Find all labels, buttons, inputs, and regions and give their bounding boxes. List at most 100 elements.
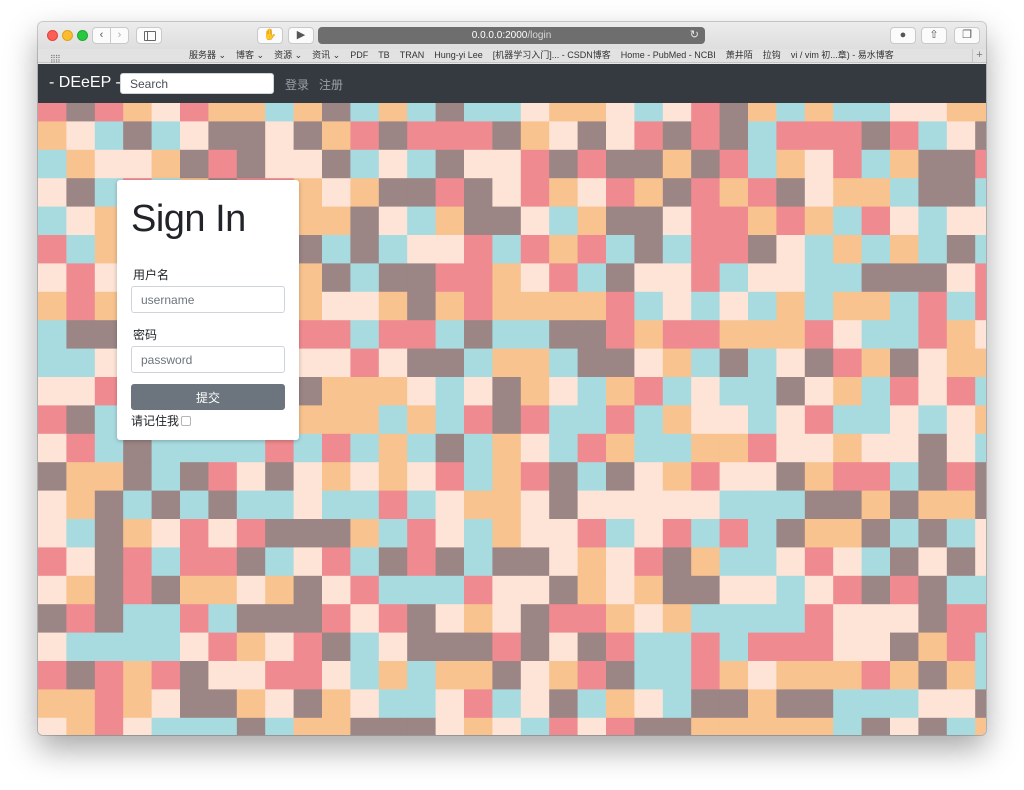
mosaic-tile <box>435 348 465 378</box>
mosaic-tile <box>776 348 806 378</box>
mosaic-tile <box>322 689 351 719</box>
mosaic-tile <box>94 462 124 491</box>
mosaic-tile <box>804 689 834 719</box>
bookmark-vim[interactable]: vi / vim 初...章) - 易水博客 <box>791 49 894 62</box>
mosaic-tile <box>776 433 806 463</box>
mosaic-tile <box>861 178 891 207</box>
mosaic-tile <box>549 121 578 151</box>
extension-button[interactable]: ✋ <box>257 27 283 44</box>
mosaic-tile <box>549 661 578 690</box>
back-button[interactable]: ‹ <box>92 27 111 44</box>
mosaic-tile <box>208 689 238 719</box>
mosaic-tile <box>151 717 181 735</box>
mosaic-tile <box>520 575 550 605</box>
mosaic-tile <box>946 121 976 151</box>
mosaic-tile <box>691 604 720 633</box>
mosaic-tile <box>378 519 408 548</box>
bookmark-tb[interactable]: TB <box>378 49 390 62</box>
share-button[interactable]: ⇧ <box>921 27 947 44</box>
bookmark-hung-yi-lee[interactable]: Hung-yi Lee <box>434 49 483 62</box>
mosaic-tile <box>975 519 986 548</box>
bookmark-pdf[interactable]: PDF <box>350 49 368 62</box>
login-link[interactable]: 登录 <box>285 76 309 93</box>
mosaic-tile <box>662 405 692 435</box>
extension-play-button[interactable]: ▶ <box>288 27 314 44</box>
mosaic-tile <box>577 661 607 690</box>
register-link[interactable]: 注册 <box>319 76 343 93</box>
mosaic-tile <box>890 320 919 349</box>
mosaic-tile <box>520 547 550 577</box>
mosaic-tile <box>265 462 294 491</box>
mosaic-tile <box>691 121 720 151</box>
mosaic-tile <box>322 433 351 463</box>
downloads-button[interactable]: ● <box>890 27 916 44</box>
mosaic-tile <box>492 490 522 520</box>
maximize-window-button[interactable] <box>77 30 88 41</box>
close-window-button[interactable] <box>47 30 58 41</box>
bookmark-tran[interactable]: TRAN <box>400 49 425 62</box>
bookmark-servers[interactable]: 服务器 ⌄ <box>189 49 226 62</box>
mosaic-tile <box>833 103 862 122</box>
mosaic-tile <box>492 632 522 662</box>
mosaic-tile <box>606 547 635 577</box>
page-title: Sign In <box>131 198 246 240</box>
mosaic-tile <box>861 206 891 236</box>
bookmark-blogs[interactable]: 博客 ⌄ <box>236 49 264 62</box>
mosaic-tile <box>861 519 891 548</box>
mosaic-tile <box>748 103 777 122</box>
mosaic-tile <box>833 604 862 633</box>
forward-button[interactable]: › <box>110 27 129 44</box>
mosaic-tile <box>322 149 351 179</box>
submit-button[interactable]: 提交 <box>131 384 285 410</box>
mosaic-tile <box>464 291 493 321</box>
mosaic-tile <box>38 717 67 735</box>
minimize-window-button[interactable] <box>62 30 73 41</box>
mosaic-tile <box>464 689 493 719</box>
site-brand[interactable]: - DEeEP - <box>49 74 121 92</box>
bookmark-lagou[interactable]: 拉钩 <box>763 49 781 62</box>
mosaic-tile <box>322 263 351 293</box>
mosaic-tile <box>208 717 238 735</box>
mosaic-tile <box>378 235 408 264</box>
mosaic-tile <box>662 320 692 349</box>
mosaic-tile <box>748 405 777 435</box>
mosaic-tile <box>38 263 67 293</box>
mosaic-tile <box>293 575 323 605</box>
mosaic-tile <box>719 689 749 719</box>
mosaic-tile <box>890 604 919 633</box>
remember-me-checkbox[interactable] <box>181 415 192 426</box>
mosaic-tile <box>776 519 806 548</box>
password-field[interactable] <box>131 346 285 373</box>
add-tab-button[interactable]: + <box>972 49 986 63</box>
mosaic-tile <box>662 377 692 406</box>
address-bar[interactable]: 0.0.0.0:2000/login ↻ <box>318 27 705 44</box>
reload-icon[interactable]: ↻ <box>690 27 699 44</box>
bookmark-csdn[interactable]: [机器学习入门]... - CSDN博客 <box>493 49 611 62</box>
mosaic-tile <box>890 103 919 122</box>
bookmark-pubmed[interactable]: Home - PubMed - NCBI <box>621 49 716 62</box>
mosaic-tile <box>946 547 976 577</box>
bookmark-news[interactable]: 资讯 ⌄ <box>312 49 340 62</box>
mosaic-tile <box>464 604 493 633</box>
mosaic-tile <box>691 575 720 605</box>
search-input[interactable] <box>120 73 274 94</box>
mosaic-tile <box>577 291 607 321</box>
mosaic-tile <box>435 263 465 293</box>
sidebar-toggle-button[interactable] <box>136 27 162 44</box>
mosaic-tile <box>975 462 986 491</box>
bookmark-xiaojingmo[interactable]: 萧井陌 <box>726 49 753 62</box>
username-field[interactable] <box>131 286 285 313</box>
mosaic-tile <box>378 178 408 207</box>
mosaic-tile <box>549 462 578 491</box>
mosaic-tile <box>719 263 749 293</box>
mosaic-tile <box>435 149 465 179</box>
mosaic-tile <box>634 377 664 406</box>
mosaic-tile <box>804 121 834 151</box>
bookmark-resources[interactable]: 资源 ⌄ <box>274 49 302 62</box>
mosaic-tile <box>719 717 749 735</box>
mosaic-tile <box>492 717 522 735</box>
username-label: 用户名 <box>133 268 170 282</box>
tabs-button[interactable]: ❐ <box>954 27 980 44</box>
mosaic-tile <box>833 149 862 179</box>
mosaic-tile <box>293 632 323 662</box>
